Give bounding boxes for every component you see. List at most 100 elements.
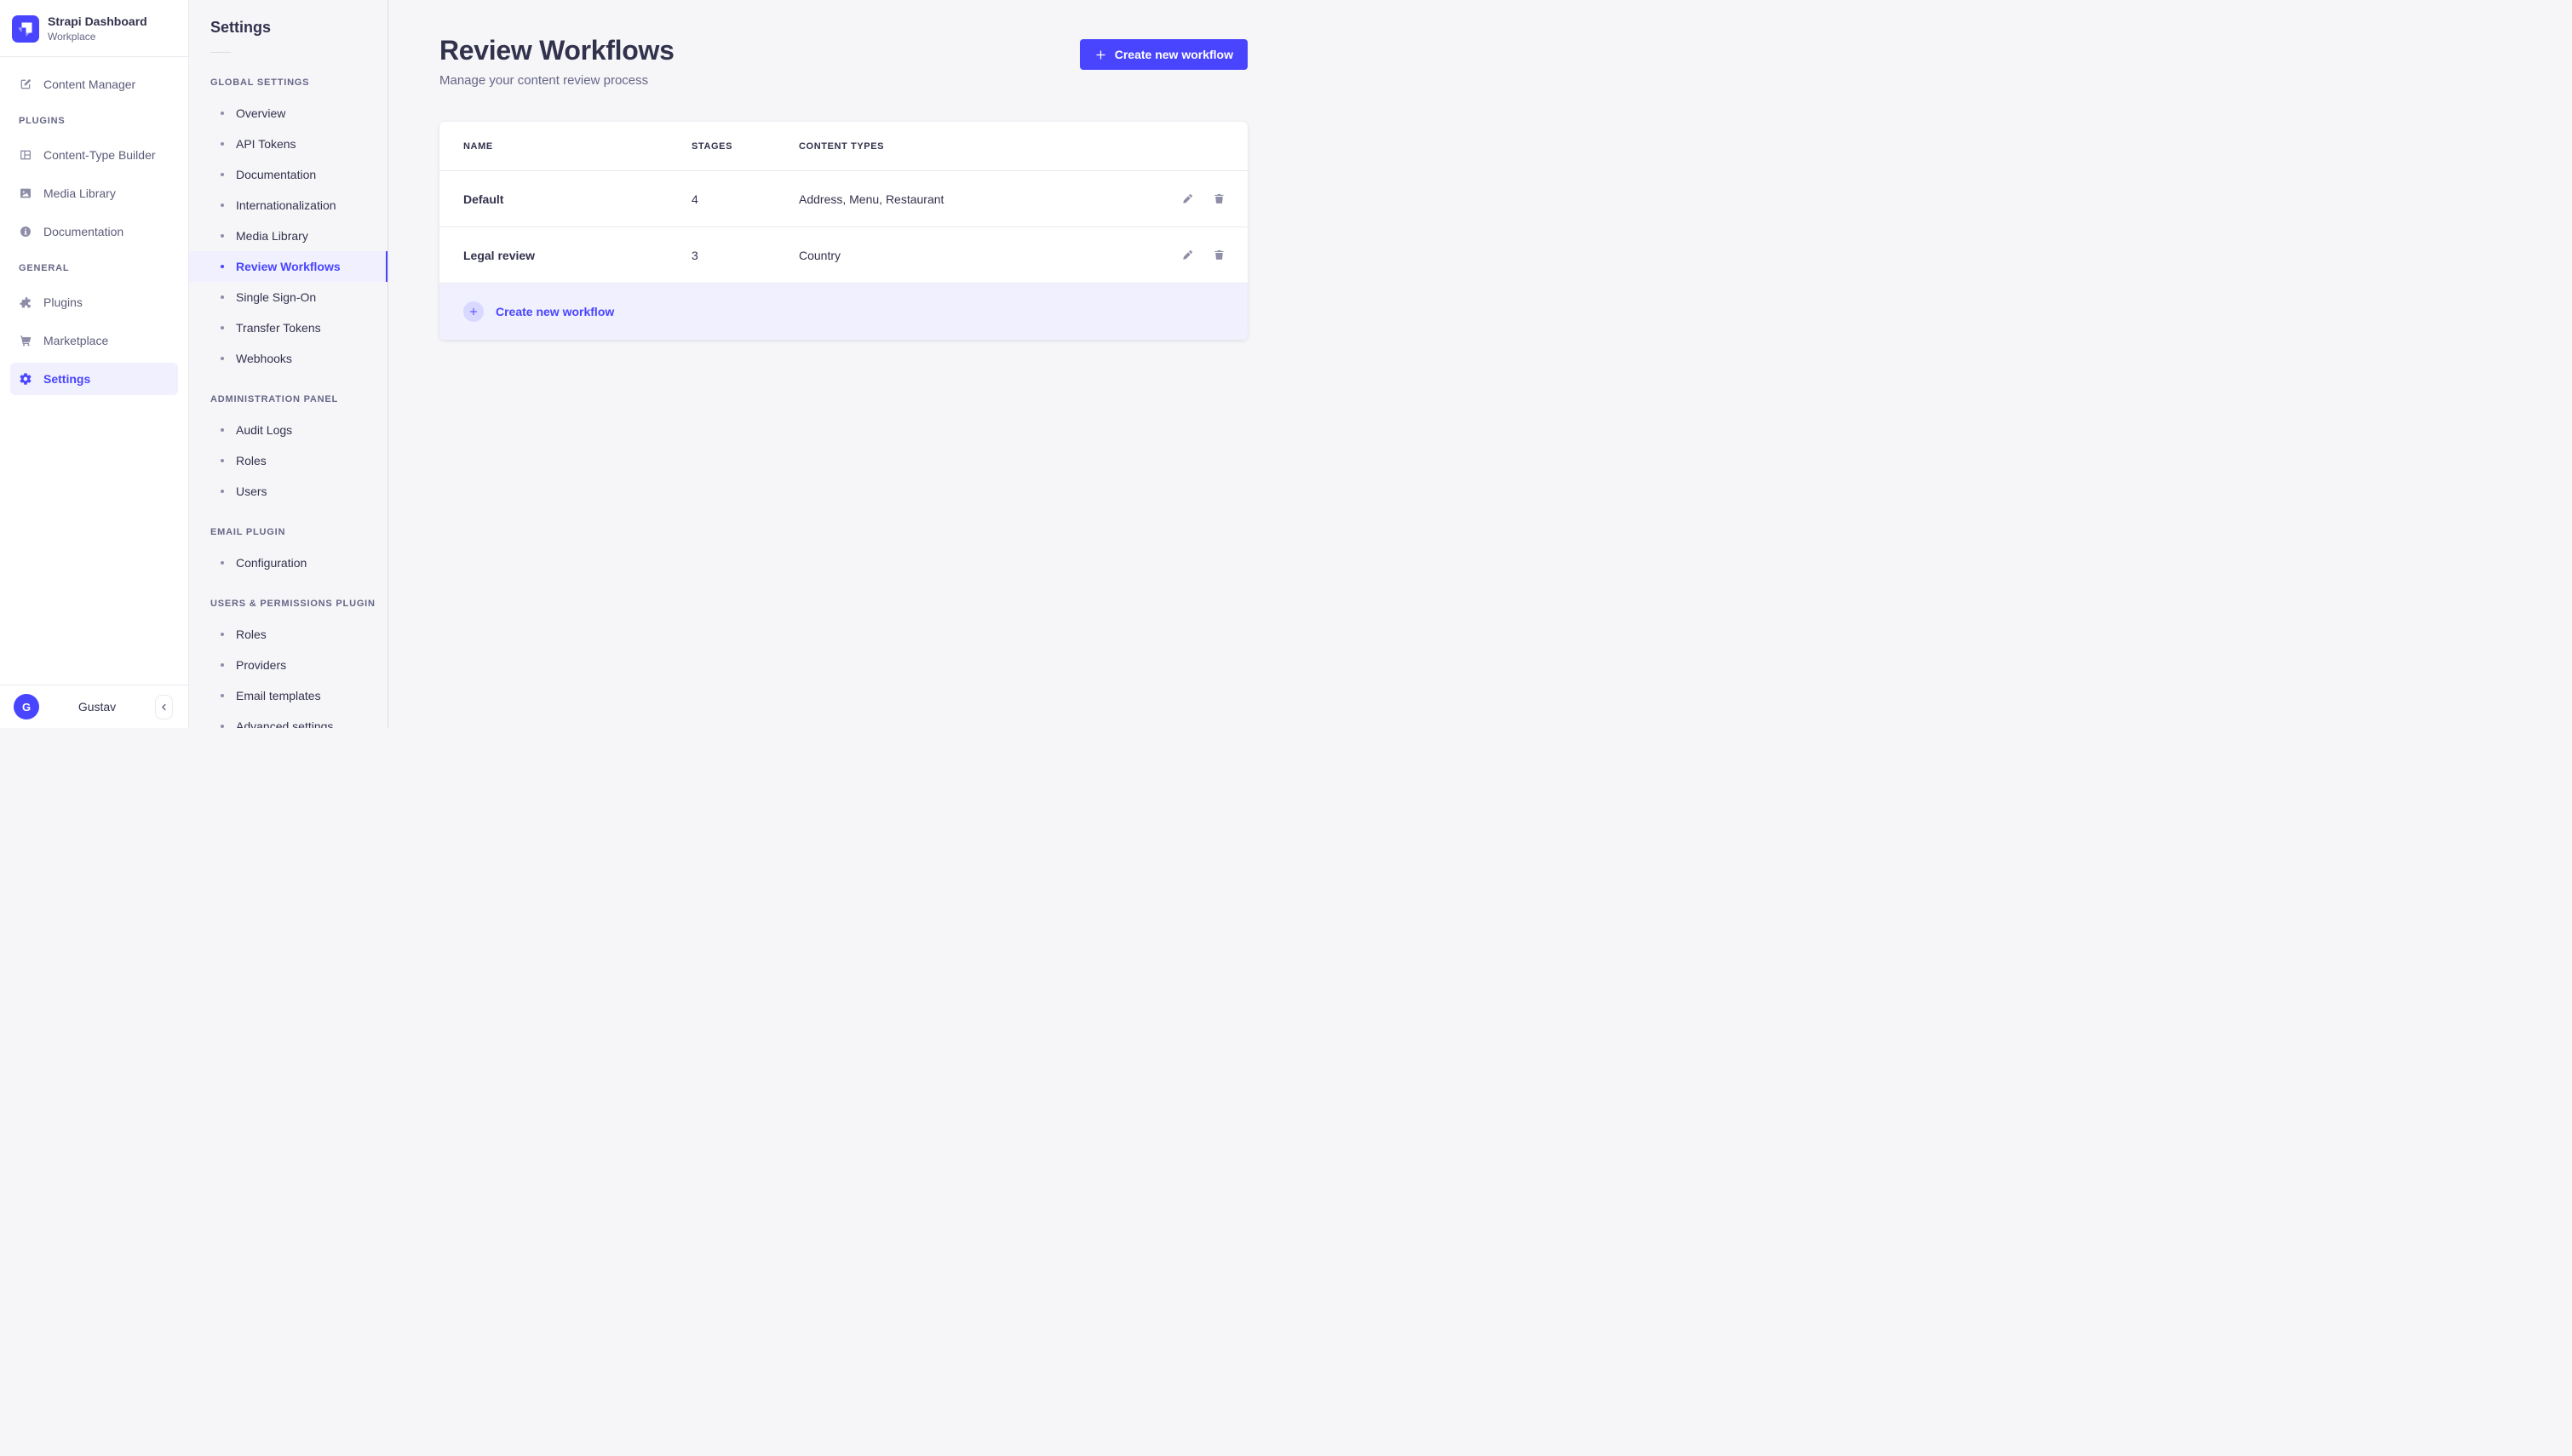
pencil-icon	[1181, 192, 1194, 205]
nav-item-marketplace[interactable]: Marketplace	[10, 324, 178, 357]
subnav-item-up-roles[interactable]: Roles	[189, 619, 388, 650]
subnav-item-api-tokens[interactable]: API Tokens	[189, 129, 388, 159]
avatar[interactable]: G	[14, 694, 39, 719]
nav-section-plugins: PLUGINS	[19, 116, 66, 126]
edit-workflow-button[interactable]	[1180, 191, 1196, 207]
user-name: Gustav	[78, 700, 117, 714]
subnav-item-review-workflows[interactable]: Review Workflows	[189, 251, 388, 282]
primary-nav: Content Manager PLUGINS Content-Type Bui…	[0, 57, 188, 685]
nav-item-label: Marketplace	[43, 334, 109, 347]
nav-item-content-type-builder[interactable]: Content-Type Builder	[10, 139, 178, 171]
column-header-content-types: CONTENT TYPES	[799, 140, 885, 152]
delete-workflow-button[interactable]	[1211, 191, 1227, 207]
bullet-icon	[221, 142, 224, 146]
bullet-icon	[221, 357, 224, 360]
subnav-item-users[interactable]: Users	[189, 476, 388, 507]
workflows-table: NAME STAGES CONTENT TYPES Default 4 Addr…	[439, 122, 1248, 340]
bullet-icon	[221, 725, 224, 728]
workflow-content-types: Address, Menu, Restaurant	[799, 192, 944, 206]
bullet-icon	[221, 663, 224, 667]
subnav-item-providers[interactable]: Providers	[189, 650, 388, 680]
main-content: Review Workflows Manage your content rev…	[388, 0, 1286, 728]
subnav-item-overview[interactable]: Overview	[189, 98, 388, 129]
create-button-label: Create new workflow	[1114, 48, 1233, 61]
content-type-builder-icon	[19, 148, 32, 162]
page-header: Review Workflows Manage your content rev…	[439, 34, 1248, 88]
subnav-section-administration-panel: ADMINISTRATION PANEL	[210, 394, 339, 404]
table-header-row: NAME STAGES CONTENT TYPES	[439, 122, 1248, 171]
page-subtitle: Manage your content review process	[439, 73, 649, 88]
chevron-left-icon	[159, 702, 169, 712]
column-header-stages: STAGES	[692, 140, 733, 152]
nav-item-media-library[interactable]: Media Library	[10, 177, 178, 209]
bullet-icon	[221, 265, 224, 268]
nav-item-documentation[interactable]: Documentation	[10, 215, 178, 248]
settings-gear-icon	[19, 372, 32, 386]
nav-item-label: Documentation	[43, 225, 124, 238]
workflow-stages: 4	[692, 192, 698, 206]
plugins-icon	[19, 295, 32, 309]
trash-icon	[1213, 249, 1226, 261]
bullet-icon	[221, 234, 224, 238]
nav-item-settings[interactable]: Settings	[10, 363, 178, 395]
bullet-icon	[221, 203, 224, 207]
sidebar-footer: G Gustav	[0, 685, 188, 728]
main-sidebar: Strapi Dashboard Workplace Content Manag…	[0, 0, 189, 728]
trash-icon	[1213, 192, 1226, 205]
subnav-item-single-sign-on[interactable]: Single Sign-On	[189, 282, 388, 312]
workflow-stages: 3	[692, 248, 698, 262]
bullet-icon	[221, 561, 224, 565]
workflow-name: Default	[463, 192, 504, 206]
subnav-section-users-permissions-plugin: USERS & PERMISSIONS PLUGIN	[210, 599, 376, 609]
table-footer-create-workflow[interactable]: Create new workflow	[439, 284, 1248, 340]
nav-section-general: GENERAL	[19, 263, 70, 273]
collapse-sidebar-button[interactable]	[155, 694, 173, 719]
documentation-icon	[19, 225, 32, 238]
subnav-item-audit-logs[interactable]: Audit Logs	[189, 415, 388, 445]
subnav-item-admin-roles[interactable]: Roles	[189, 445, 388, 476]
brand-workspace: Workplace	[48, 31, 96, 43]
settings-sidebar: Settings GLOBAL SETTINGS Overview API To…	[189, 0, 388, 728]
workflow-content-types: Country	[799, 248, 841, 262]
plus-icon	[1094, 49, 1107, 61]
strapi-logo-icon	[12, 14, 39, 43]
bullet-icon	[221, 295, 224, 299]
bullet-icon	[221, 173, 224, 176]
create-new-workflow-button[interactable]: Create new workflow	[1079, 39, 1248, 70]
column-header-name: NAME	[463, 140, 493, 152]
subnav-item-media-library[interactable]: Media Library	[189, 221, 388, 251]
nav-item-label: Content-Type Builder	[43, 148, 156, 162]
nav-item-label: Plugins	[43, 295, 83, 309]
delete-workflow-button[interactable]	[1211, 247, 1227, 263]
settings-heading: Settings	[210, 19, 272, 36]
bullet-icon	[221, 428, 224, 432]
subnav-item-configuration[interactable]: Configuration	[189, 547, 388, 578]
brand-name: Strapi Dashboard	[48, 14, 147, 28]
bullet-icon	[221, 633, 224, 636]
footer-create-label: Create new workflow	[496, 305, 615, 318]
subnav-item-transfer-tokens[interactable]: Transfer Tokens	[189, 312, 388, 343]
nav-item-label: Settings	[43, 372, 91, 386]
nav-item-label: Media Library	[43, 186, 116, 200]
plus-icon	[463, 301, 484, 322]
content-manager-icon	[19, 77, 32, 91]
bullet-icon	[221, 694, 224, 697]
subnav-item-email-templates[interactable]: Email templates	[189, 680, 388, 711]
bullet-icon	[221, 490, 224, 493]
page-title: Review Workflows	[439, 35, 675, 66]
subnav-section-global-settings: GLOBAL SETTINGS	[210, 77, 310, 88]
bullet-icon	[221, 459, 224, 462]
bullet-icon	[221, 326, 224, 330]
subnav-item-documentation[interactable]: Documentation	[189, 159, 388, 190]
media-library-icon	[19, 186, 32, 200]
table-row: Default 4 Address, Menu, Restaurant	[439, 171, 1248, 227]
workflow-name: Legal review	[463, 248, 536, 262]
pencil-icon	[1181, 249, 1194, 261]
subnav-item-advanced-settings[interactable]: Advanced settings	[189, 711, 388, 728]
marketplace-icon	[19, 334, 32, 347]
nav-item-content-manager[interactable]: Content Manager	[10, 68, 178, 100]
nav-item-plugins[interactable]: Plugins	[10, 286, 178, 318]
edit-workflow-button[interactable]	[1180, 247, 1196, 263]
subnav-item-internationalization[interactable]: Internationalization	[189, 190, 388, 221]
subnav-item-webhooks[interactable]: Webhooks	[189, 343, 388, 374]
